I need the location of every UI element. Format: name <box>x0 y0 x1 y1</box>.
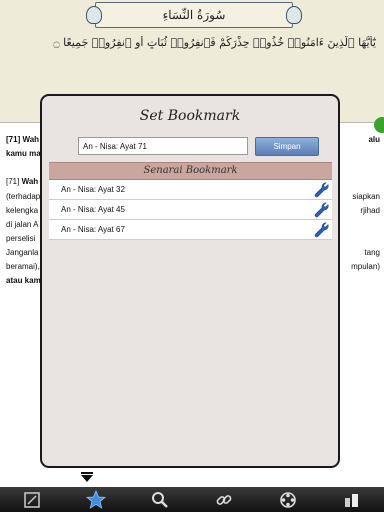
toolbar-search-button[interactable] <box>149 489 171 511</box>
translation-line: di jalan A <box>6 220 39 229</box>
translation-line: (terhadap <box>6 192 41 201</box>
translation-line: Janganla <box>6 248 39 257</box>
pages-icon <box>345 493 358 507</box>
edit-note-icon <box>24 491 40 508</box>
popover-pointer-icon <box>81 472 93 482</box>
toolbar-pages-button[interactable] <box>341 489 363 511</box>
translation-line-end: rjihad <box>360 206 380 215</box>
translation-line-end: tang <box>364 248 380 257</box>
toolbar-link-button[interactable] <box>213 489 235 511</box>
link-icon <box>216 494 232 505</box>
bottom-toolbar <box>0 487 384 512</box>
toolbar-bookmark-button[interactable] <box>85 489 107 511</box>
translation-line: [71] Wah <box>6 135 40 144</box>
surah-name: سُورَةُ النِّسَاءِ <box>162 8 226 22</box>
translation-line-end: alu <box>368 135 380 144</box>
translation-line: [71] Wah <box>6 177 39 186</box>
bookmark-item[interactable]: An - Nisa: Ayat 45 <box>49 200 332 220</box>
green-indicator[interactable] <box>374 117 384 133</box>
translation-line-end: siapkan <box>352 192 380 201</box>
bookmark-dialog: Set Bookmark Simpan Senarai Bookmark An … <box>40 94 340 468</box>
translation-line-end: mpulan) <box>351 262 380 271</box>
bookmark-item-label: An - Nisa: Ayat 32 <box>61 185 125 194</box>
wrench-icon[interactable] <box>314 222 330 238</box>
bookmark-item[interactable]: An - Nisa: Ayat 32 <box>49 180 332 200</box>
star-bookmark-icon <box>86 489 106 509</box>
save-button[interactable]: Simpan <box>255 137 319 156</box>
surah-title-banner: سُورَةُ النِّسَاءِ <box>86 2 302 28</box>
wrench-icon[interactable] <box>314 202 330 218</box>
translation-line: perselisi <box>6 234 36 243</box>
bookmark-item[interactable]: An - Nisa: Ayat 67 <box>49 220 332 240</box>
toolbar-note-button[interactable] <box>21 489 43 511</box>
bookmark-item-label: An - Nisa: Ayat 67 <box>61 225 125 234</box>
dialog-title: Set Bookmark <box>139 108 241 124</box>
toolbar-settings-button[interactable] <box>277 489 299 511</box>
translation-line: kelengka <box>6 206 39 215</box>
bookmark-item-label: An - Nisa: Ayat 45 <box>61 205 125 214</box>
settings-wheel-icon <box>280 491 296 508</box>
bookmark-name-input[interactable] <box>78 137 248 155</box>
translation-line: beramai), <box>6 262 40 271</box>
search-icon <box>152 491 168 508</box>
translation-line: atau kam <box>6 276 41 285</box>
bookmark-list: An - Nisa: Ayat 32 An - Nisa: Ayat 45 An… <box>49 180 332 240</box>
bookmark-list-header: Senarai Bookmark <box>49 162 332 180</box>
arabic-verse-text: يَٰٓأَيُّهَا ٱلَّذِينَ ءَامَنُوا۟ خُذُوا… <box>53 36 376 49</box>
wrench-icon[interactable] <box>314 182 330 198</box>
translation-line: kamu ma <box>6 149 41 158</box>
